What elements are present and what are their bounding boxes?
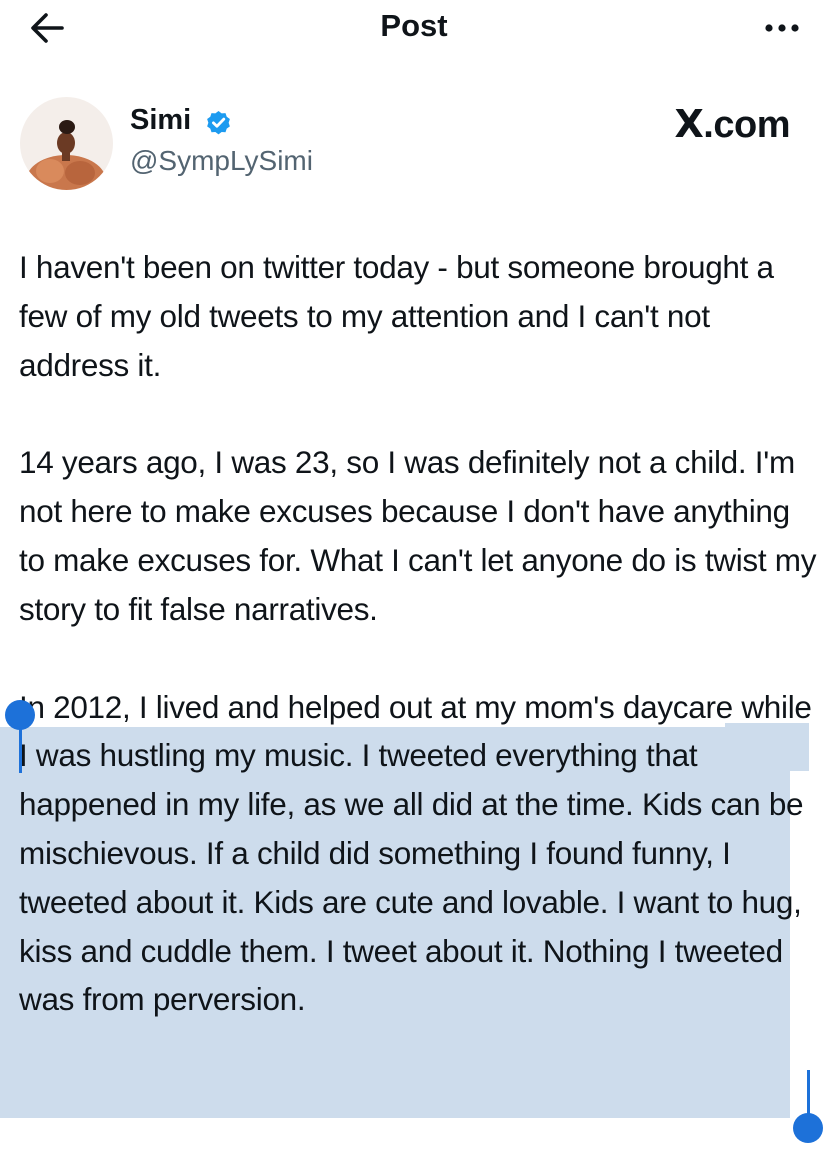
more-options-button[interactable] xyxy=(762,8,802,48)
selection-end-caret xyxy=(807,1070,810,1118)
tweet-paragraph: 14 years ago, I was 23, so I was definit… xyxy=(19,444,825,627)
watermark-text: .com xyxy=(703,104,790,146)
x-logo-icon: X xyxy=(674,102,704,146)
x-com-watermark: X.com xyxy=(674,102,790,147)
tweet-paragraph: I haven't been on twitter today - but so… xyxy=(19,249,783,383)
author-name[interactable]: Simi xyxy=(130,104,191,137)
verified-badge-icon xyxy=(207,111,230,135)
tweet-paragraph-selected: In 2012, I lived and helped out at my mo… xyxy=(19,688,821,1018)
selection-start-caret xyxy=(19,725,22,773)
author-handle[interactable]: @SympLySimi xyxy=(130,145,313,177)
tweet-body: I haven't been on twitter today - but so… xyxy=(19,243,819,1024)
more-horizontal-icon xyxy=(765,24,799,32)
top-bar: Post xyxy=(0,0,828,56)
selection-end-handle[interactable] xyxy=(793,1113,823,1143)
page-title: Post xyxy=(380,8,448,43)
avatar[interactable] xyxy=(20,97,113,190)
avatar-image xyxy=(20,97,113,190)
